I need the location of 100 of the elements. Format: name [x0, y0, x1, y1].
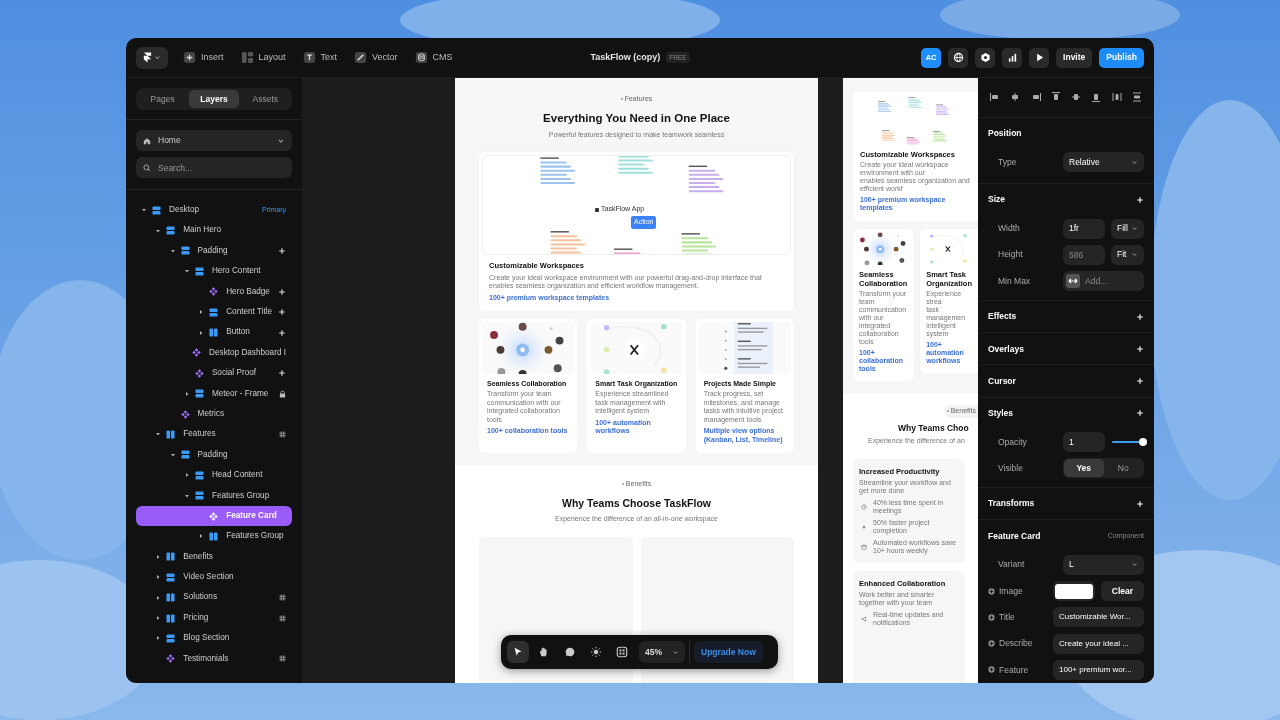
- play-button[interactable]: [1029, 47, 1050, 68]
- collapse-caret-icon[interactable]: [198, 533, 205, 540]
- align-icon[interactable]: [990, 92, 1000, 103]
- plus-circle-icon[interactable]: [988, 613, 995, 621]
- stack-icon: [194, 470, 204, 480]
- layer-row[interactable]: Feature Card: [136, 505, 292, 527]
- layer-row[interactable]: Padding: [136, 444, 292, 466]
- toolbar-tool[interactable]: Insert: [181, 50, 226, 65]
- columns-icon: [166, 593, 176, 603]
- invite-button[interactable]: Invite: [1056, 47, 1093, 68]
- plus-circle-icon[interactable]: [988, 587, 995, 595]
- expand-caret-icon[interactable]: [183, 268, 190, 275]
- align-icon[interactable]: [1131, 92, 1142, 103]
- image-field[interactable]: [1053, 581, 1095, 602]
- grid-icon: [279, 655, 286, 663]
- align-icon[interactable]: [1050, 92, 1061, 103]
- select-field[interactable]: L: [1063, 554, 1144, 575]
- collapse-caret-icon[interactable]: [155, 635, 162, 642]
- expand-caret-icon[interactable]: [169, 451, 176, 458]
- expand-caret-icon[interactable]: [155, 431, 162, 438]
- select-field[interactable]: Fit: [1111, 244, 1144, 265]
- text-field[interactable]: Customizable Wor...: [1053, 607, 1144, 628]
- plus-circle-icon[interactable]: [988, 666, 995, 674]
- layer-row[interactable]: Social Proof: [136, 363, 292, 384]
- text-field[interactable]: Create your ideal ...: [1053, 633, 1144, 654]
- collapse-caret-icon[interactable]: [155, 574, 162, 581]
- align-icon[interactable]: [1091, 92, 1102, 103]
- align-icon[interactable]: [1010, 92, 1021, 103]
- opacity-field[interactable]: 1: [1063, 431, 1105, 452]
- toolbar-tool[interactable]: Layout: [238, 50, 288, 65]
- page-select[interactable]: Home: [136, 130, 292, 151]
- layer-row[interactable]: Features Group: [136, 526, 292, 547]
- toggle-option[interactable]: Yes: [1064, 459, 1104, 478]
- collapse-caret-icon[interactable]: [155, 615, 162, 621]
- canvas-tool[interactable]: [507, 641, 529, 663]
- layer-row[interactable]: Head Content: [136, 465, 292, 486]
- slider-thumb[interactable]: [1139, 437, 1147, 446]
- align-icon[interactable]: [1111, 92, 1122, 103]
- width-field[interactable]: 1fr: [1063, 218, 1105, 239]
- layer-row[interactable]: Features: [136, 424, 292, 445]
- plus-icon[interactable]: [278, 328, 286, 337]
- layer-row[interactable]: Hero Badge: [136, 281, 292, 302]
- upgrade-button[interactable]: Upgrade Now: [694, 641, 763, 663]
- expand-caret-icon[interactable]: [141, 207, 147, 214]
- collapse-caret-icon[interactable]: [198, 329, 205, 336]
- layer-row[interactable]: Benefits: [136, 546, 292, 568]
- file-title: TaskFlow (copy): [590, 50, 661, 64]
- layer-row[interactable]: Testimonials: [136, 648, 292, 669]
- layer-row[interactable]: Button: [136, 322, 292, 343]
- align-icon[interactable]: [1071, 92, 1082, 103]
- align-icon[interactable]: [1030, 92, 1041, 103]
- plus-icon[interactable]: [278, 308, 286, 317]
- plus-icon[interactable]: [278, 369, 286, 378]
- expand-caret-icon[interactable]: [155, 227, 162, 234]
- layer-row[interactable]: Pricing: [136, 607, 292, 629]
- toolbar-tool[interactable]: CMS: [412, 50, 455, 65]
- layer-row[interactable]: Video Section: [136, 567, 292, 588]
- sparkle-icon: [861, 524, 867, 530]
- layer-row[interactable]: Meteor - Frame: [136, 383, 292, 404]
- hexagon-button[interactable]: [975, 47, 996, 68]
- collapse-caret-icon[interactable]: [155, 594, 162, 601]
- plus-circle-icon[interactable]: [988, 640, 995, 648]
- panel-tab[interactable]: Pages: [138, 90, 188, 108]
- layer-row[interactable]: Padding: [136, 240, 292, 262]
- search-field[interactable]: Search...: [136, 157, 292, 178]
- zoom-select[interactable]: 45%: [639, 641, 685, 663]
- logo-icon: [143, 52, 152, 63]
- menu-button[interactable]: [136, 46, 168, 69]
- toolbar-tool[interactable]: Vector: [352, 50, 400, 65]
- layer-row[interactable]: Content Title: [136, 301, 292, 323]
- layer-row[interactable]: Solutions: [136, 587, 292, 608]
- layer-row[interactable]: Features Group: [136, 485, 292, 506]
- panel-tab[interactable]: Layers: [189, 90, 239, 108]
- toolbar-tool[interactable]: Text: [300, 50, 340, 65]
- height-field[interactable]: 586: [1063, 244, 1105, 265]
- select-field[interactable]: Relative: [1063, 152, 1144, 173]
- text-field[interactable]: 100+ premium wor...: [1053, 659, 1144, 680]
- layer-row[interactable]: Blog Section: [136, 628, 292, 649]
- layer-row[interactable]: Desktop Dashboard I: [136, 342, 292, 364]
- collapse-caret-icon[interactable]: [183, 472, 190, 479]
- plus-icon[interactable]: [278, 246, 286, 255]
- collapse-caret-icon[interactable]: [183, 390, 190, 397]
- expand-caret-icon[interactable]: [183, 492, 190, 499]
- clear-button[interactable]: Clear: [1101, 581, 1144, 602]
- layer-row[interactable]: Main Hero: [136, 220, 292, 241]
- bar-chart-icon: [1006, 52, 1018, 63]
- globe-button[interactable]: [948, 47, 969, 68]
- collapse-caret-icon[interactable]: [155, 553, 162, 560]
- layer-row[interactable]: Metrics: [136, 403, 292, 425]
- expand-caret-icon[interactable]: [169, 247, 176, 254]
- panel-tab[interactable]: Assets: [240, 90, 290, 108]
- bar-chart-button[interactable]: [1002, 47, 1023, 68]
- caret-icon: [277, 136, 285, 145]
- layer-row[interactable]: Hero Content: [136, 261, 292, 282]
- pen-tool-icon: [354, 51, 368, 64]
- select-field[interactable]: Fill: [1111, 218, 1144, 239]
- toggle-option[interactable]: No: [1103, 459, 1143, 478]
- plus-icon[interactable]: [278, 287, 286, 296]
- plus-square-icon: [183, 51, 196, 64]
- collapse-caret-icon[interactable]: [198, 309, 205, 316]
